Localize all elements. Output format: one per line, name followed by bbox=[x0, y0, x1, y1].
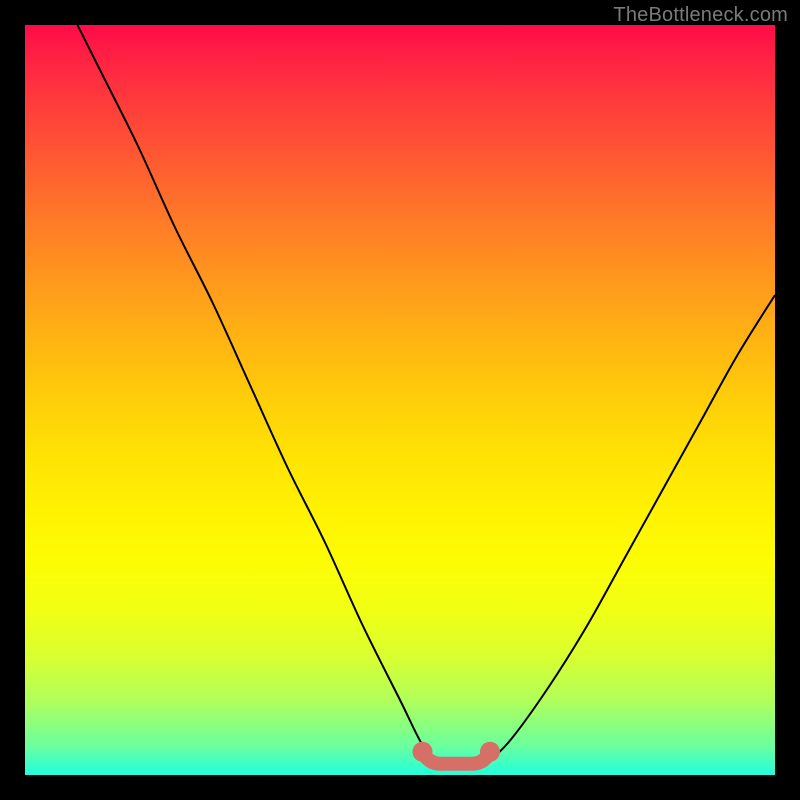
chart-frame: TheBottleneck.com bbox=[0, 0, 800, 800]
optimal-range-dot-right bbox=[480, 742, 500, 762]
watermark-text: TheBottleneck.com bbox=[613, 4, 788, 27]
bottleneck-curve-svg bbox=[25, 25, 775, 775]
plot-area bbox=[25, 25, 775, 775]
optimal-range-dot-left bbox=[413, 742, 433, 762]
bottleneck-curve bbox=[78, 25, 776, 768]
optimal-range-marker bbox=[423, 752, 491, 764]
